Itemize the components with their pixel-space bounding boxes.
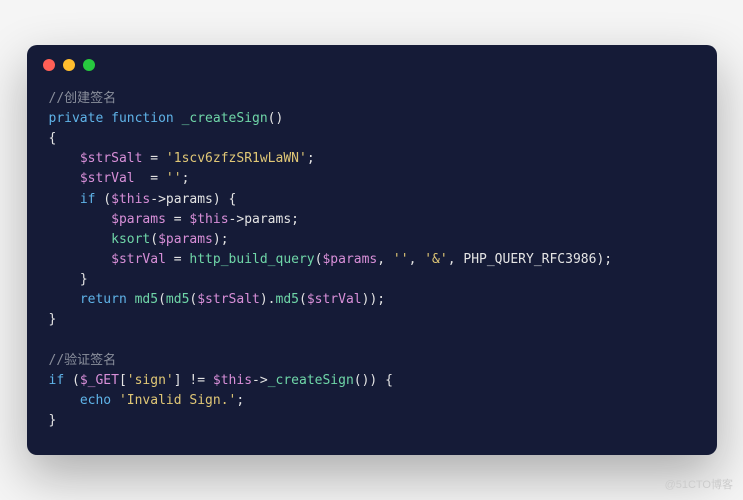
string: '' <box>166 171 182 186</box>
code-block: //创建签名 private function _createSign() { … <box>27 79 717 455</box>
keyword: if <box>49 373 65 388</box>
code-window: //创建签名 private function _createSign() { … <box>27 45 717 455</box>
brace: } <box>49 312 57 327</box>
function-name: _createSign <box>182 111 268 126</box>
variable: $params <box>158 232 213 247</box>
brace: } <box>49 413 57 428</box>
string: 'Invalid Sign.' <box>119 393 236 408</box>
comment-line: //验证签名 <box>49 353 117 368</box>
close-icon[interactable] <box>43 59 55 71</box>
comment-line: //创建签名 <box>49 91 117 106</box>
keyword: function <box>111 111 174 126</box>
keyword: echo <box>80 393 111 408</box>
variable: $params <box>111 212 166 227</box>
constant: PHP_QUERY_RFC3986 <box>463 252 596 267</box>
builtin-fn: http_build_query <box>189 252 314 267</box>
variable: $_GET <box>80 373 119 388</box>
variable: $strVal <box>80 171 135 186</box>
brace: { <box>49 131 57 146</box>
punct: () <box>268 111 284 126</box>
variable: $strSalt <box>80 151 143 166</box>
keyword: private <box>49 111 104 126</box>
function-name: _createSign <box>268 373 354 388</box>
brace: } <box>80 272 88 287</box>
keyword: if <box>80 192 96 207</box>
watermark: @51CTO博客 <box>665 476 733 492</box>
builtin-fn: ksort <box>111 232 150 247</box>
window-titlebar <box>27 45 717 79</box>
keyword: return <box>80 292 127 307</box>
minimize-icon[interactable] <box>63 59 75 71</box>
variable: $strVal <box>111 252 166 267</box>
maximize-icon[interactable] <box>83 59 95 71</box>
string: '1scv6zfzSR1wLaWN' <box>166 151 307 166</box>
variable: $this <box>189 212 228 227</box>
variable: $this <box>111 192 150 207</box>
